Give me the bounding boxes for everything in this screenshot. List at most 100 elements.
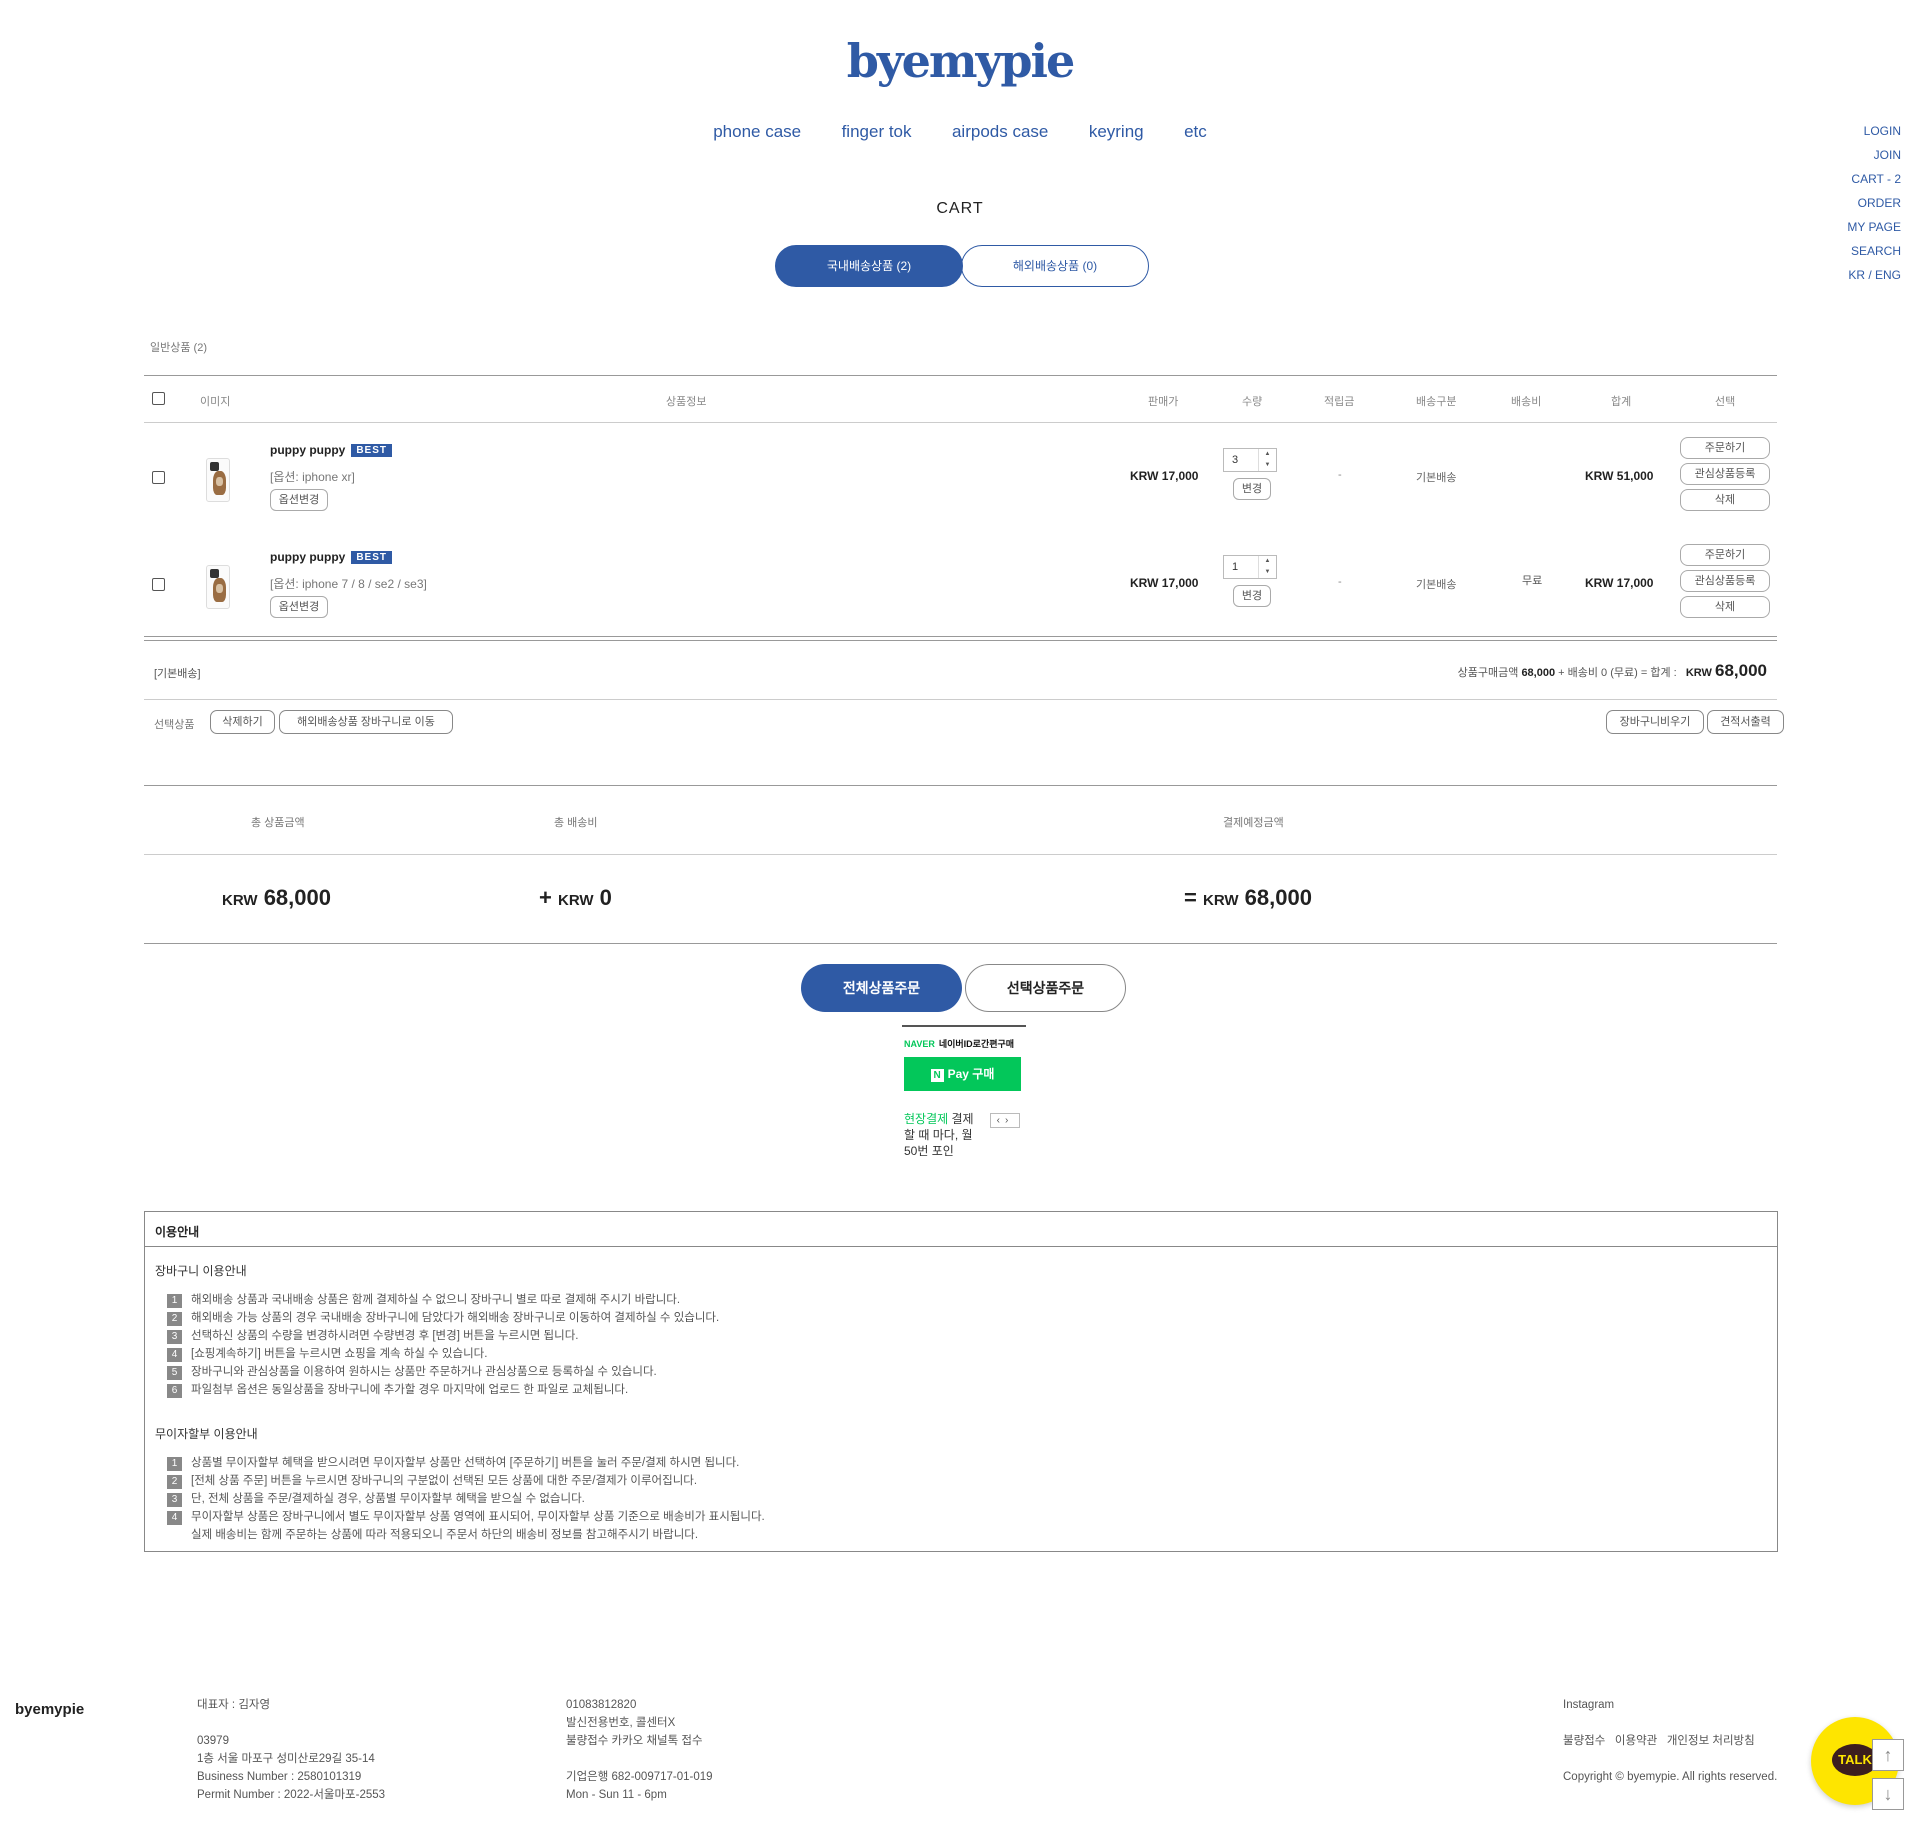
naver-pay-button[interactable]: N Pay 구매 [904,1057,1021,1091]
delete-item-button[interactable]: 삭제 [1680,489,1770,511]
table-row: puppy puppy BEST [옵션: iphone xr] 옵션변경 KRW… [144,423,1777,587]
permit-number: Permit Number : 2022-서울마포-2553 [197,1789,386,1801]
delete-selected-button[interactable]: 삭제하기 [210,710,275,734]
guide-title: 이용안내 [145,1212,1777,1247]
change-option-button[interactable]: 옵션변경 [270,596,328,618]
quantity-value[interactable]: 1 [1232,561,1238,573]
total-shipping-amount: 0 [599,885,612,910]
scroll-bottom-icon[interactable]: ↓ [1872,1778,1904,1810]
item-ship-type: 기본배송 [1416,579,1457,591]
nav-phone-case[interactable]: phone case [713,122,801,142]
wishlist-button[interactable]: 관심상품등록 [1680,463,1770,485]
total-shipping-label: 총 배송비 [554,817,598,829]
summary-currency: KRW [1685,667,1712,679]
installment-guide-title: 무이자할부 이용안내 [155,1427,258,1441]
quantity-stepper[interactable]: ▲ ▼ [1258,449,1276,471]
tab-overseas[interactable]: 해외배송상품 (0) [961,245,1149,287]
search-link[interactable]: SEARCH [1847,239,1901,263]
col-points: 적립금 [1324,396,1355,408]
order-item-button[interactable]: 주문하기 [1680,437,1770,459]
naver-pay-header: NAVER 네이버ID로간편구매 [902,1037,1026,1050]
plus-sign: + [539,885,552,910]
summary-label: [기본배송] [154,668,201,680]
copyright-text: Copyright © byemypie. All rights reserve… [1563,1771,1778,1783]
naver-pay-header-text: 네이버ID로간편구매 [938,1039,1015,1049]
claim-link[interactable]: 불량접수 [1563,1735,1605,1747]
zip-text: 03979 [197,1735,229,1747]
wishlist-button[interactable]: 관심상품등록 [1680,570,1770,592]
naver-logo: NAVER [904,1039,935,1049]
item-total: KRW 51,000 [1585,469,1654,483]
item-checkbox[interactable] [152,578,165,591]
product-image[interactable] [206,565,230,609]
cart-tabs: 국내배송상품 (2) 해외배송상품 (0) [775,245,1150,287]
scroll-top-icon[interactable]: ↑ [1872,1739,1904,1771]
nav-finger-tok[interactable]: finger tok [842,122,912,142]
quantity-input[interactable]: 3 ▲ ▼ [1223,448,1277,472]
order-totals: 총 상품금액 총 배송비 결제예정금액 KRW 68,000 + KRW 0 =… [144,785,1777,944]
quantity-stepper[interactable]: ▲ ▼ [1258,556,1276,578]
clear-cart-button[interactable]: 장바구니비우기 [1606,710,1704,734]
order-item-button[interactable]: 주문하기 [1680,544,1770,566]
print-estimate-button[interactable]: 견적서출력 [1707,710,1784,734]
product-name[interactable]: puppy puppy BEST [270,443,392,457]
change-option-button[interactable]: 옵션변경 [270,489,328,511]
list-item: 1 상품별 무이자할부 혜택을 받으시려면 무이자할부 상품만 선택하여 [주문하… [167,1454,1777,1472]
item-checkbox[interactable] [152,471,165,484]
total-products-amount: 68,000 [263,885,331,910]
my-page-link[interactable]: MY PAGE [1847,215,1901,239]
promo-nav-arrows[interactable]: ‹› [990,1113,1020,1128]
product-name[interactable]: puppy puppy BEST [270,550,392,564]
privacy-link[interactable]: 개인정보 처리방침 [1667,1735,1755,1747]
total-payment-amount: 68,000 [1244,885,1312,910]
join-link[interactable]: JOIN [1847,143,1901,167]
quantity-change-button[interactable]: 변경 [1233,478,1271,500]
product-option: [옵션: iphone xr] [270,470,355,484]
language-link[interactable]: KR / ENG [1847,263,1901,287]
col-ship-fee: 배송비 [1511,396,1542,408]
quantity-change-button[interactable]: 변경 [1233,585,1271,607]
page-title: CART [936,200,984,217]
delete-item-button[interactable]: 삭제 [1680,596,1770,618]
summary-mid: + 배송비 0 (무료) = 합계 : [1558,667,1677,679]
move-overseas-button[interactable]: 해외배송상품 장바구니로 이동 [279,710,453,734]
product-image[interactable] [206,458,230,502]
list-item: 4 [쇼핑계속하기] 버튼을 누르시면 쇼핑을 계속 하실 수 있습니다. [167,1345,1777,1363]
col-ship-type: 배송구분 [1416,396,1457,408]
footer: byemypie 대표자 : 김자영 03979 1층 서울 마포구 성미산로2… [0,1696,1920,1826]
quantity-value[interactable]: 3 [1232,454,1238,466]
cart-guide-list: 1 해외배송 상품과 국내배송 상품은 함께 결제하실 수 없으니 장바구니 별로… [167,1291,1777,1399]
list-item: 실제 배송비는 함께 주문하는 상품에 따라 적용되오니 주문서 하단의 배송비… [191,1529,699,1541]
nav-keyring[interactable]: keyring [1089,122,1144,142]
footer-contact-info: 01083812820 발신전용번호, 콜센터X 불량접수 카카오 채널톡 접수… [566,1696,713,1804]
list-item: 2 해외배송 가능 상품의 경우 국내배송 장바구니에 담았다가 해외배송 장바구… [167,1309,1777,1327]
order-all-button[interactable]: 전체상품주문 [801,964,962,1012]
cart-link[interactable]: CART - 2 [1847,167,1901,191]
instagram-link[interactable]: Instagram [1563,1696,1777,1714]
nav-etc[interactable]: etc [1184,122,1207,142]
naver-pay-promo-highlight: 현장결제 [904,1112,949,1126]
ceo-text: 대표자 : 김자영 [197,1699,271,1711]
terms-link[interactable]: 이용약관 [1615,1735,1657,1747]
nav-airpods-case[interactable]: airpods case [952,122,1048,142]
tab-domestic[interactable]: 국내배송상품 (2) [775,245,963,287]
order-selected-button[interactable]: 선택상품주문 [965,964,1126,1012]
select-all-checkbox[interactable] [152,392,165,405]
brand-logo[interactable]: byemypie [0,34,1920,88]
login-link[interactable]: LOGIN [1847,119,1901,143]
product-name-text[interactable]: puppy puppy [270,550,345,564]
footer-brand[interactable]: byemypie [15,1701,84,1718]
table-header: 이미지 상품정보 판매가 수량 적립금 배송구분 배송비 합계 선택 [144,375,1777,423]
total-payment-label: 결제예정금액 [1223,817,1284,829]
product-name-text[interactable]: puppy puppy [270,443,345,457]
quantity-input[interactable]: 1 ▲ ▼ [1223,555,1277,579]
total-shipping-value: + KRW 0 [539,885,612,911]
col-info: 상품정보 [666,396,707,408]
installment-guide-list: 1 상품별 무이자할부 혜택을 받으시려면 무이자할부 상품만 선택하여 [주문하… [167,1454,1777,1544]
naver-pay-button-label[interactable]: Pay 구매 [948,1067,995,1081]
list-item: 3 선택하신 상품의 수량을 변경하시려면 수량변경 후 [변경] 버튼을 누르시… [167,1327,1777,1345]
section-label: 일반상품 (2) [150,342,207,354]
cart-summary: [기본배송] 상품구매금액 68,000 + 배송비 0 (무료) = 합계 :… [144,640,1777,700]
col-select: 선택 [1715,396,1736,408]
selection-label: 선택상품 [154,719,195,731]
